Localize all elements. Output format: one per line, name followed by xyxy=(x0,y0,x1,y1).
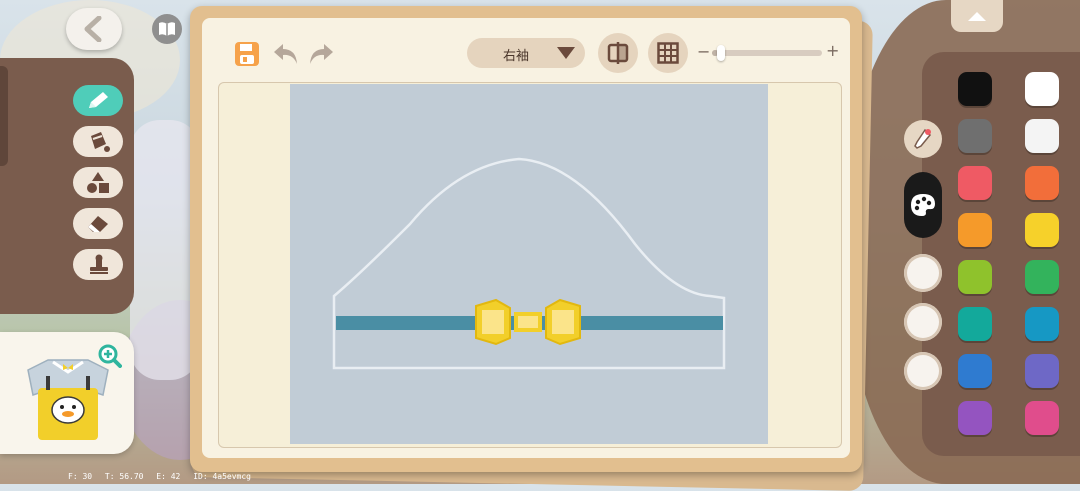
custom-color-slot-3[interactable] xyxy=(904,352,942,390)
mirror-toggle-button[interactable] xyxy=(598,33,638,73)
chevron-left-icon xyxy=(84,16,102,42)
color-swatch-left-4[interactable] xyxy=(958,213,992,247)
bow-decoration xyxy=(475,298,581,346)
eraser-icon xyxy=(88,215,108,232)
debug-entities: E: 42 xyxy=(156,472,181,481)
grid-icon xyxy=(657,42,679,64)
palette-icon xyxy=(911,194,935,216)
pencil-tool-button[interactable] xyxy=(73,85,123,116)
debug-time: T: 56.70 xyxy=(104,472,144,481)
drawing-canvas[interactable] xyxy=(290,84,768,444)
garment-part-label: 右袖 xyxy=(503,49,530,64)
debug-id: ID: 4a5evmcg xyxy=(193,472,251,481)
zoom-slider-handle[interactable] xyxy=(717,45,726,61)
sleeve-pattern xyxy=(332,157,726,370)
zoom-in-icon[interactable] xyxy=(98,344,122,368)
color-swatch-right-8[interactable] xyxy=(1025,401,1059,435)
shape-tool-button[interactable] xyxy=(73,167,123,198)
palette-tab[interactable] xyxy=(904,172,942,238)
zoom-out-icon[interactable]: − xyxy=(697,42,710,61)
redo-icon xyxy=(310,44,333,64)
color-swatch-left-3[interactable] xyxy=(958,166,992,200)
panel-notch xyxy=(0,66,8,166)
back-button[interactable] xyxy=(66,8,122,50)
stamp-tool-button[interactable] xyxy=(73,249,123,280)
color-swatch-left-2[interactable] xyxy=(958,119,992,153)
eyedropper-icon xyxy=(914,128,932,149)
undo-icon xyxy=(274,44,297,64)
zoom-slider[interactable] xyxy=(712,45,822,61)
color-swatch-right-7[interactable] xyxy=(1025,354,1059,388)
save-icon xyxy=(235,42,259,66)
color-swatch-left-7[interactable] xyxy=(958,354,992,388)
book-icon xyxy=(159,22,175,36)
color-swatch-left-6[interactable] xyxy=(958,307,992,341)
zoom-in-small-icon[interactable]: + xyxy=(826,41,839,60)
color-swatch-right-2[interactable] xyxy=(1025,119,1059,153)
guide-book-button[interactable] xyxy=(152,14,182,44)
chevron-up-icon xyxy=(968,12,986,21)
debug-info: F: 30 T: 56.70 E: 42 ID: 4a5evmcg xyxy=(68,472,259,481)
pencil-icon xyxy=(89,91,108,108)
eyedropper-tab[interactable] xyxy=(904,120,942,158)
fill-tool-button[interactable] xyxy=(73,126,123,157)
custom-color-slot-2[interactable] xyxy=(904,303,942,341)
debug-fps: F: 30 xyxy=(68,472,93,481)
custom-color-slot-1[interactable] xyxy=(904,254,942,292)
paint-bucket-icon xyxy=(91,131,110,152)
redo-button[interactable] xyxy=(306,40,336,68)
chevron-down-icon xyxy=(557,47,575,59)
shapes-icon xyxy=(87,171,109,193)
color-swatch-right-4[interactable] xyxy=(1025,213,1059,247)
stamp-icon xyxy=(90,254,108,274)
save-button[interactable] xyxy=(234,41,260,67)
color-swatch-left-1[interactable] xyxy=(958,72,992,106)
color-swatch-right-6[interactable] xyxy=(1025,307,1059,341)
color-swatch-right-5[interactable] xyxy=(1025,260,1059,294)
undo-button[interactable] xyxy=(271,40,301,68)
eraser-tool-button[interactable] xyxy=(73,208,123,239)
mirror-icon xyxy=(607,42,629,64)
collapse-up-button[interactable] xyxy=(951,0,1003,32)
color-swatch-left-8[interactable] xyxy=(958,401,992,435)
garment-part-select[interactable]: 右袖 xyxy=(467,38,585,68)
color-panel xyxy=(922,52,1080,456)
color-swatch-right-1[interactable] xyxy=(1025,72,1059,106)
color-swatch-left-5[interactable] xyxy=(958,260,992,294)
color-swatch-right-3[interactable] xyxy=(1025,166,1059,200)
grid-toggle-button[interactable] xyxy=(648,33,688,73)
